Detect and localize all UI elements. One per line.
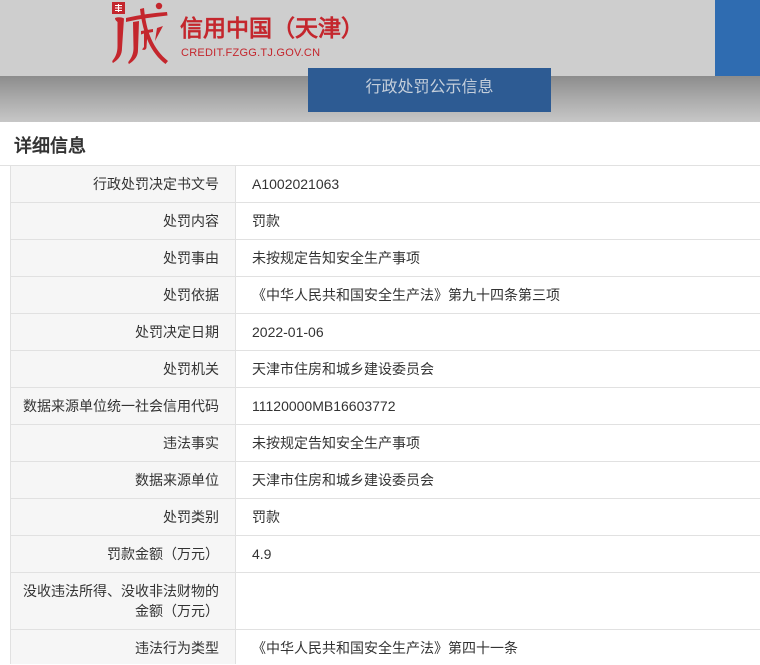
detail-label: 没收违法所得、没收非法财物的金额（万元）	[10, 572, 236, 630]
detail-value: 天津市住房和城乡建设委员会	[235, 461, 760, 499]
site-domain: CREDIT.FZGG.TJ.GOV.CN	[181, 47, 321, 59]
detail-row-violation-type: 违法行为类型 《中华人民共和国安全生产法》第四十一条	[10, 629, 760, 664]
detail-value: 未按规定告知安全生产事项	[235, 424, 760, 462]
detail-row-penalty-basis: 处罚依据 《中华人民共和国安全生产法》第九十四条第三项	[10, 276, 760, 314]
section-header: 详细信息	[0, 122, 760, 166]
credit-china-logo-icon	[108, 0, 170, 66]
detail-label: 处罚机关	[10, 350, 236, 388]
detail-row-decision-number: 行政处罚决定书文号 A1002021063	[10, 165, 760, 203]
detail-label: 违法事实	[10, 424, 236, 462]
detail-label: 处罚依据	[10, 276, 236, 314]
detail-label: 行政处罚决定书文号	[10, 165, 236, 203]
detail-value: 天津市住房和城乡建设委员会	[235, 350, 760, 388]
detail-value: 4.9	[235, 535, 760, 573]
detail-value: 《中华人民共和国安全生产法》第九十四条第三项	[235, 276, 760, 314]
detail-row-penalty-reason: 处罚事由 未按规定告知安全生产事项	[10, 239, 760, 277]
detail-row-confiscation-amount: 没收违法所得、没收非法财物的金额（万元）	[10, 572, 760, 630]
site-header: 信用中国（天津） CREDIT.FZGG.TJ.GOV.CN 行政处罚公示信息	[0, 0, 760, 122]
detail-row-penalty-content: 处罚内容 罚款	[10, 202, 760, 240]
detail-row-violation-facts: 违法事实 未按规定告知安全生产事项	[10, 424, 760, 462]
header-side-block	[715, 0, 760, 76]
detail-value: A1002021063	[235, 165, 760, 203]
detail-label: 违法行为类型	[10, 629, 236, 664]
detail-row-penalty-category: 处罚类别 罚款	[10, 498, 760, 536]
detail-value: 《中华人民共和国安全生产法》第四十一条	[235, 629, 760, 664]
detail-label: 数据来源单位统一社会信用代码	[10, 387, 236, 425]
site-title: 信用中国（天津）	[180, 15, 364, 41]
detail-row-fine-amount: 罚款金额（万元） 4.9	[10, 535, 760, 573]
detail-value: 2022-01-06	[235, 313, 760, 351]
detail-value: 罚款	[235, 202, 760, 240]
detail-label: 处罚决定日期	[10, 313, 236, 351]
detail-label: 处罚内容	[10, 202, 236, 240]
detail-label: 处罚类别	[10, 498, 236, 536]
detail-value	[235, 572, 760, 630]
detail-label: 罚款金额（万元）	[10, 535, 236, 573]
detail-label: 处罚事由	[10, 239, 236, 277]
detail-row-decision-date: 处罚决定日期 2022-01-06	[10, 313, 760, 351]
detail-label: 数据来源单位	[10, 461, 236, 499]
detail-row-penalty-authority: 处罚机关 天津市住房和城乡建设委员会	[10, 350, 760, 388]
detail-value: 11120000MB16603772	[235, 387, 760, 425]
detail-row-data-source-unit: 数据来源单位 天津市住房和城乡建设委员会	[10, 461, 760, 499]
detail-value: 未按规定告知安全生产事项	[235, 239, 760, 277]
detail-row-source-credit-code: 数据来源单位统一社会信用代码 11120000MB16603772	[10, 387, 760, 425]
details-table: 行政处罚决定书文号 A1002021063 处罚内容 罚款 处罚事由 未按规定告…	[10, 165, 760, 664]
detail-value: 罚款	[235, 498, 760, 536]
header-brand-link[interactable]: 信用中国（天津） CREDIT.FZGG.TJ.GOV.CN	[106, 0, 376, 66]
tab-penalty-disclosure[interactable]: 行政处罚公示信息	[308, 68, 551, 112]
section-title: 详细信息	[14, 136, 86, 156]
